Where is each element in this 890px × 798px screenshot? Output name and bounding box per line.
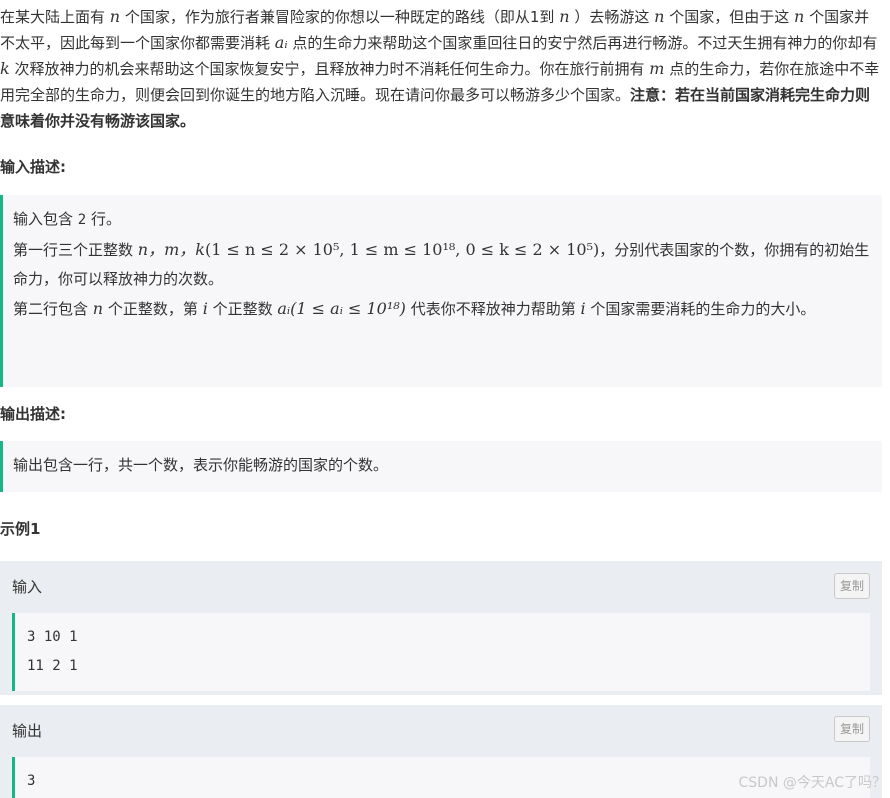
text: 行。 (91, 210, 122, 228)
text: 个国家需要消耗的生命力的大小。 (590, 300, 816, 318)
math-vars: n，m，k (137, 240, 205, 259)
math-var-n: n (92, 299, 104, 318)
watermark: CSDN @今天AC了吗？ (738, 775, 886, 791)
math-var-i: i (202, 299, 208, 318)
input-line-1: 输入包含 2 行。 (13, 205, 872, 235)
text: 第二行包含 (13, 300, 89, 318)
math-ai-constraint: aᵢ(1 ≤ aᵢ ≤ 10¹⁸) (277, 299, 406, 318)
sample-input-title: 输入 (12, 578, 43, 596)
math-constraints: (1 ≤ n ≤ 2 × 10⁵, 1 ≤ m ≤ 10¹⁸, 0 ≤ k ≤ … (204, 240, 600, 259)
math-var-n: n (794, 7, 805, 26)
text: 第一行三个正整数 (13, 241, 134, 259)
code-line: 3 10 1 (27, 629, 78, 645)
text: ）去畅游这 (574, 8, 650, 26)
text: 次释放神力的机会来帮助这个国家恢复安宁，且释放神力时不消耗任何生命力。你在旅行前… (14, 60, 645, 78)
copy-input-button[interactable]: 复制 (834, 573, 870, 599)
text: 个国家，但由于这 (669, 8, 790, 26)
output-description-box: 输出包含一行，共一个数，表示你能畅游的国家的个数。 (0, 441, 882, 492)
output-heading: 输出描述: (0, 405, 66, 423)
input-line-2: 第一行三个正整数 n，m，k(1 ≤ n ≤ 2 × 10⁵, 1 ≤ m ≤ … (13, 235, 872, 294)
line-count: 2 (77, 212, 87, 228)
math-var-n: n (109, 7, 121, 26)
input-line-3: 第二行包含 n 个正整数，第 i 个正整数 aᵢ(1 ≤ aᵢ ≤ 10¹⁸) … (13, 294, 872, 324)
math-var-n: n (559, 7, 570, 26)
example-heading: 示例1 (0, 520, 41, 538)
text: 代表你不释放神力帮助第 (410, 300, 576, 318)
sample-input-code: 3 10 1 11 2 1 (12, 613, 870, 691)
problem-statement: 在某大陆上面有 n 个国家，作为旅行者兼冒险家的你想以一种既定的路线（即从1到 … (0, 4, 884, 134)
input-description-box: 输入包含 2 行。 第一行三个正整数 n，m，k(1 ≤ n ≤ 2 × 10⁵… (0, 195, 882, 387)
output-description: 输出包含一行，共一个数，表示你能畅游的国家的个数。 (13, 456, 389, 474)
math-var-m: m (649, 59, 665, 78)
text: 个国家，作为旅行者兼冒险家的你想以一种既定的路线（即从1到 (124, 8, 555, 26)
text: 点的生命力来帮助这个国家重回往日的安宁然后再进行畅游。不过天生拥有神力的你却有 (292, 34, 878, 52)
sample-output-title: 输出 (12, 722, 43, 740)
code-line: 3 (27, 773, 36, 789)
math-var-ai: aᵢ (274, 33, 288, 52)
text: 个正整数，第 (107, 300, 198, 318)
text: 在某大陆上面有 (0, 8, 106, 26)
text: 个正整数 (212, 300, 273, 318)
code-line: 11 2 1 (27, 658, 78, 674)
math-var-i: i (580, 299, 586, 318)
copy-output-button[interactable]: 复制 (834, 716, 870, 742)
text: 输入包含 (13, 210, 74, 228)
math-var-k: k (0, 59, 10, 78)
math-var-n: n (654, 7, 665, 26)
input-heading: 输入描述: (0, 158, 66, 176)
sample-input-panel: 输入 复制 3 10 1 11 2 1 (0, 561, 882, 695)
